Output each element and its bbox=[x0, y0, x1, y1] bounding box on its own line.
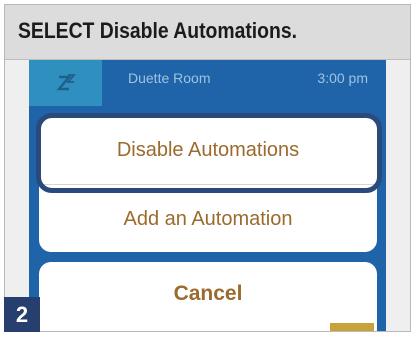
disable-automations-button[interactable]: Disable Automations bbox=[39, 116, 377, 184]
action-sheet: Disable Automations Add an Automation bbox=[39, 116, 377, 252]
phone-left-edge bbox=[5, 60, 30, 331]
phone-screen: Duette Room 3:00 pm Disable Automations … bbox=[5, 60, 410, 331]
zz-sleep-icon bbox=[55, 74, 76, 91]
instruction-text: SELECT Disable Automations. bbox=[18, 18, 297, 43]
step-number-badge: 2 bbox=[4, 297, 40, 332]
instruction-frame: SELECT Disable Automations. Duette Room … bbox=[4, 4, 411, 332]
cancel-button[interactable]: Cancel bbox=[39, 262, 377, 331]
phone-right-edge bbox=[385, 60, 410, 331]
row-time: 3:00 pm bbox=[317, 70, 368, 86]
automation-row: Duette Room 3:00 pm bbox=[29, 60, 386, 106]
row-icon-cell bbox=[29, 60, 102, 106]
row-room-name: Duette Room bbox=[128, 70, 211, 86]
instruction-bar: SELECT Disable Automations. bbox=[5, 5, 410, 60]
bottom-tab-fragment bbox=[330, 323, 374, 331]
add-automation-button[interactable]: Add an Automation bbox=[39, 184, 377, 252]
